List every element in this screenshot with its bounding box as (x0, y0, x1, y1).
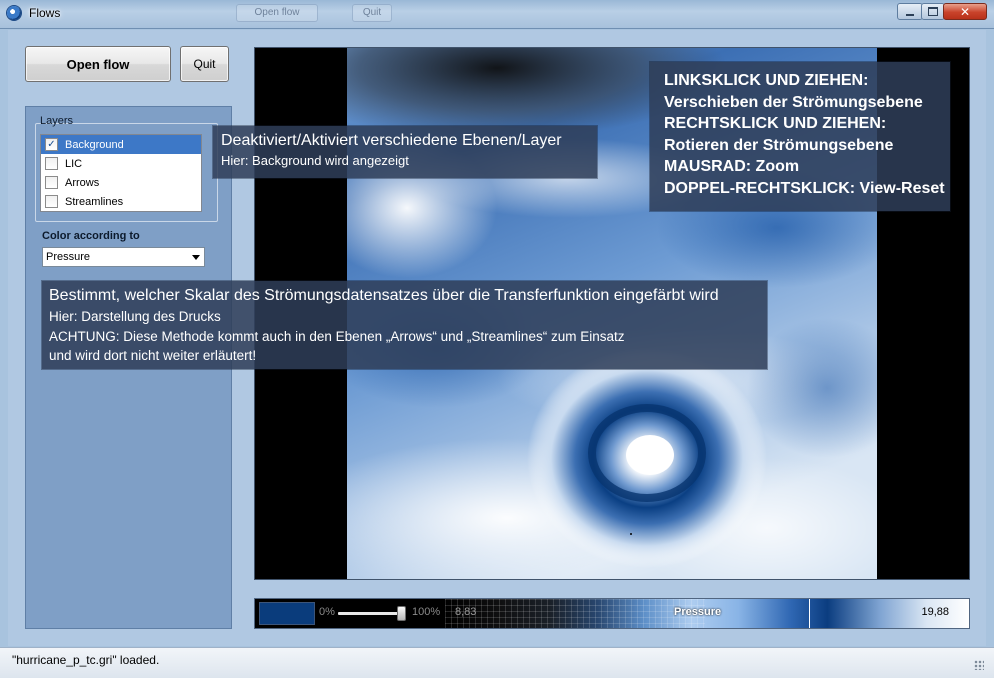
controls-tooltip-line: RECHTSKLICK UND ZIEHEN: (664, 115, 887, 132)
controls-tooltip-line: Verschieben der Strömungsebene (664, 93, 923, 111)
ghost-tab-quit: Quit (352, 4, 392, 22)
resize-grip-icon[interactable] (974, 660, 984, 670)
minimize-icon (906, 13, 914, 16)
layer-item-streamlines[interactable]: Streamlines (41, 192, 201, 211)
layer-label-streamlines: Streamlines (65, 195, 124, 208)
close-button[interactable]: ✕ (943, 3, 987, 20)
close-icon: ✕ (959, 4, 971, 19)
opacity-slider-thumb[interactable] (397, 606, 406, 621)
chevron-down-icon[interactable] (192, 255, 200, 260)
opacity-slider[interactable] (338, 612, 404, 615)
layers-tooltip-heading: Deaktiviert/Aktiviert verschiedene Ebene… (221, 132, 562, 149)
window-title: Flows (29, 6, 61, 20)
open-flow-button[interactable]: Open flow (25, 46, 171, 82)
color-scalar-select[interactable]: Pressure (42, 247, 205, 267)
flows-app-icon[interactable] (7, 6, 21, 20)
maximize-button[interactable] (921, 3, 945, 20)
layer-checkbox-streamlines[interactable] (45, 195, 58, 208)
layer-label-arrows: Arrows (65, 176, 100, 189)
status-text: "hurricane_p_tc.gri" loaded. (12, 653, 160, 667)
layers-title: Layers (40, 115, 74, 127)
quit-button[interactable]: Quit (180, 46, 229, 82)
layer-item-background[interactable]: ✓ Background (41, 135, 201, 154)
minimize-button[interactable] (897, 3, 923, 20)
layer-label-lic: LIC (65, 157, 83, 170)
opacity-max-label: 100% (412, 606, 441, 618)
layer-item-lic[interactable]: LIC (41, 154, 201, 173)
check-icon: ✓ (47, 138, 56, 150)
layer-label-background: Background (65, 138, 124, 151)
transfer-function-bar[interactable]: 0% 100% 8,83 Pressure 19,88 (254, 598, 970, 629)
color-according-label: Color according to (42, 230, 140, 242)
ghost-tab-open-flow: Open flow (236, 4, 318, 22)
layers-tooltip-detail: Hier: Background wird angezeigt (221, 153, 409, 168)
color-tooltip-line: ACHTUNG: Diese Methode kommt auch in den… (49, 328, 625, 344)
transfer-function-grid (445, 599, 705, 628)
controls-tooltip-line: DOPPEL-RECHTSKLICK: View-Reset (664, 179, 945, 197)
maximize-icon (928, 7, 938, 16)
color-tooltip: Bestimmt, welcher Skalar des Strömungsda… (42, 281, 767, 369)
layer-checkbox-background[interactable]: ✓ (45, 138, 58, 151)
color-swatch[interactable] (259, 602, 315, 625)
layer-item-arrows[interactable]: Arrows (41, 173, 201, 192)
layers-tooltip: Deaktiviert/Aktiviert verschiedene Ebene… (213, 126, 597, 178)
controls-tooltip: LINKSKLICK UND ZIEHEN: Verschieben der S… (650, 62, 950, 211)
controls-tooltip-line: LINKSKLICK UND ZIEHEN: (664, 72, 869, 89)
scalar-max-value: 19,88 (921, 606, 949, 618)
layers-list[interactable]: ✓ Background LIC Arrows Streamlines (40, 134, 202, 212)
title-bar[interactable]: Flows Open flow Quit ✕ (0, 0, 994, 29)
scalar-min-value: 8,83 (455, 606, 477, 618)
layer-checkbox-lic[interactable] (45, 157, 58, 170)
color-scalar-value: Pressure (46, 251, 91, 263)
layers-group: Layers ✓ Background LIC Arrows Streamlin… (35, 115, 218, 222)
color-tooltip-line: Hier: Darstellung des Drucks (49, 309, 221, 324)
color-tooltip-line: und wird dort nicht weiter erläutert! (49, 348, 257, 363)
layer-checkbox-arrows[interactable] (45, 176, 58, 189)
scalar-name: Pressure (674, 606, 722, 618)
controls-tooltip-line: Rotieren der Strömungsebene (664, 136, 894, 154)
controls-tooltip-line: MAUSRAD: Zoom (664, 158, 800, 175)
status-bar: "hurricane_p_tc.gri" loaded. (0, 647, 994, 678)
color-tooltip-heading: Bestimmt, welcher Skalar des Strömungsda… (49, 287, 719, 304)
opacity-min-label: 0% (319, 606, 335, 618)
transfer-function-marker[interactable] (809, 599, 810, 628)
